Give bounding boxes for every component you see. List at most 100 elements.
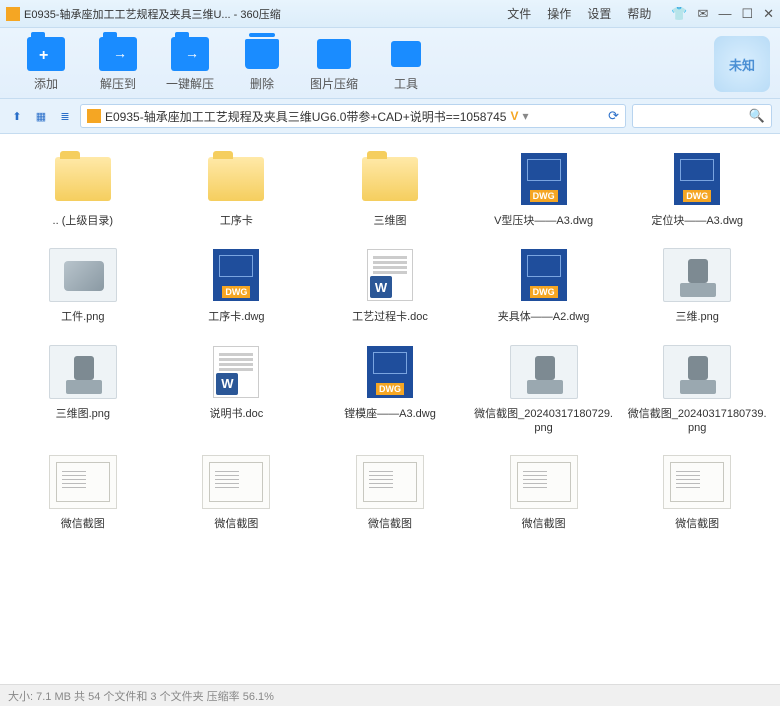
tool-tool[interactable]: 工具 [370,37,442,92]
file-name: 说明书.doc [209,407,263,421]
file-name: 微信截图 [522,517,566,531]
file-item[interactable]: 三维图 [315,146,465,232]
file-item[interactable]: 工序卡 [162,146,312,232]
tool-delete[interactable]: 删除 [226,37,298,92]
minimize-icon[interactable]: — [718,6,731,21]
file-name: 微信截图 [61,517,105,531]
close-icon[interactable]: ✕ [763,6,774,22]
tool-extract[interactable]: →解压到 [82,37,154,92]
file-name: 微信截图_20240317180729.png [474,407,614,436]
menu-settings[interactable]: 设置 [587,5,611,22]
feedback-icon[interactable]: ✉ [698,6,709,22]
file-item[interactable]: 微信截图 [8,449,158,535]
folder-icon [49,150,117,208]
menu-help[interactable]: 帮助 [627,5,651,22]
file-name: 工艺过程卡.doc [352,310,428,324]
window-title: E0935-轴承座加工工艺规程及夹具三维U... - 360压缩 [24,6,281,22]
file-name: 工序卡 [220,214,253,228]
path-input[interactable]: E0935-轴承座加工工艺规程及夹具三维UG6.0带参+CAD+说明书==105… [80,104,626,128]
fixture-icon [49,343,117,401]
dropdown-icon[interactable]: ▾ [522,109,528,123]
draw-icon [202,453,270,511]
file-name: 定位块——A3.dwg [651,214,743,228]
file-name: V型压块——A3.dwg [494,214,593,228]
verify-icon: V [510,109,518,123]
doc-icon: W [202,343,270,401]
fixture-icon [663,343,731,401]
file-item[interactable]: 微信截图_20240317180729.png [469,339,619,440]
file-name: 镗模座——A3.dwg [344,407,436,421]
fixture-icon [663,246,731,304]
address-bar: ⬆ ▦ ≣ E0935-轴承座加工工艺规程及夹具三维UG6.0带参+CAD+说明… [0,99,780,134]
refresh-icon[interactable]: ⟳ [608,108,619,124]
file-item[interactable]: 微信截图 [622,449,772,535]
tool-label: 添加 [34,75,58,92]
file-item[interactable]: 三维.png [622,242,772,328]
fixture-icon [510,343,578,401]
doc-icon: W [356,246,424,304]
folder-icon [356,150,424,208]
draw-icon [663,453,731,511]
file-item[interactable]: 微信截图 [469,449,619,535]
list-icon[interactable]: ≣ [56,107,74,125]
file-item[interactable]: 工序卡.dwg [162,242,312,328]
file-name: 微信截图 [368,517,412,531]
draw-icon [356,453,424,511]
menu-operate[interactable]: 操作 [547,5,571,22]
dwg-icon [202,246,270,304]
file-item[interactable]: 夹具体——A2.dwg [469,242,619,328]
file-item[interactable]: 微信截图_20240317180739.png [622,339,772,440]
tool-label: 工具 [394,75,418,92]
file-item[interactable]: V型压块——A3.dwg [469,146,619,232]
draw-icon [49,453,117,511]
search-icon: 🔍 [749,108,765,124]
status-text: 大小: 7.1 MB 共 54 个文件和 3 个文件夹 压缩率 56.1% [8,688,274,704]
menu-file[interactable]: 文件 [507,5,531,22]
file-name: 工序卡.dwg [208,310,264,324]
file-item[interactable]: 定位块——A3.dwg [622,146,772,232]
app-icon [6,7,20,21]
search-input[interactable]: 🔍 [632,104,772,128]
file-list: .. (上级目录) 工序卡 三维图 V型压块——A3.dwg 定位块——A3.dwg 工件… [0,134,780,684]
file-name: .. (上级目录) [53,214,114,228]
up-icon[interactable]: ⬆ [8,107,26,125]
tool-oneclick[interactable]: →一键解压 [154,37,226,92]
statusbar: 大小: 7.1 MB 共 54 个文件和 3 个文件夹 压缩率 56.1% [0,684,780,706]
tool-label: 解压到 [100,75,136,92]
window-controls: 👕 ✉ — ☐ ✕ [671,6,774,22]
dwg-icon [510,150,578,208]
tool-add[interactable]: +添加 [10,37,82,92]
maximize-icon[interactable]: ☐ [741,6,753,22]
dwg-icon [663,150,731,208]
file-name: 三维图 [373,214,406,228]
file-name: 微信截图 [214,517,258,531]
file-item[interactable]: 微信截图 [162,449,312,535]
skin-icon[interactable]: 👕 [671,6,687,22]
file-item[interactable]: 三维图.png [8,339,158,440]
path-text: E0935-轴承座加工工艺规程及夹具三维UG6.0带参+CAD+说明书==105… [105,108,506,125]
tool-label: 图片压缩 [310,75,358,92]
file-name: 微信截图 [675,517,719,531]
file-name: 夹具体——A2.dwg [498,310,590,324]
file-item[interactable]: 镗模座——A3.dwg [315,339,465,440]
file-item[interactable]: 微信截图 [315,449,465,535]
file-item[interactable]: .. (上级目录) [8,146,158,232]
menu-bar: 文件 操作 设置 帮助 [507,5,651,22]
archive-icon [87,109,101,123]
tool-label: 删除 [250,75,274,92]
file-name: 三维.png [675,310,718,324]
unknown-badge[interactable]: 未知 [714,36,770,92]
titlebar: E0935-轴承座加工工艺规程及夹具三维U... - 360压缩 文件 操作 设… [0,0,780,28]
folder-icon [202,150,270,208]
tool-image[interactable]: 图片压缩 [298,37,370,92]
tool-label: 一键解压 [166,75,214,92]
part-icon [49,246,117,304]
dwg-icon [510,246,578,304]
file-name: 三维图.png [56,407,110,421]
file-item[interactable]: W 说明书.doc [162,339,312,440]
file-item[interactable]: W 工艺过程卡.doc [315,242,465,328]
draw-icon [510,453,578,511]
view-icon[interactable]: ▦ [32,107,50,125]
file-item[interactable]: 工件.png [8,242,158,328]
dwg-icon [356,343,424,401]
